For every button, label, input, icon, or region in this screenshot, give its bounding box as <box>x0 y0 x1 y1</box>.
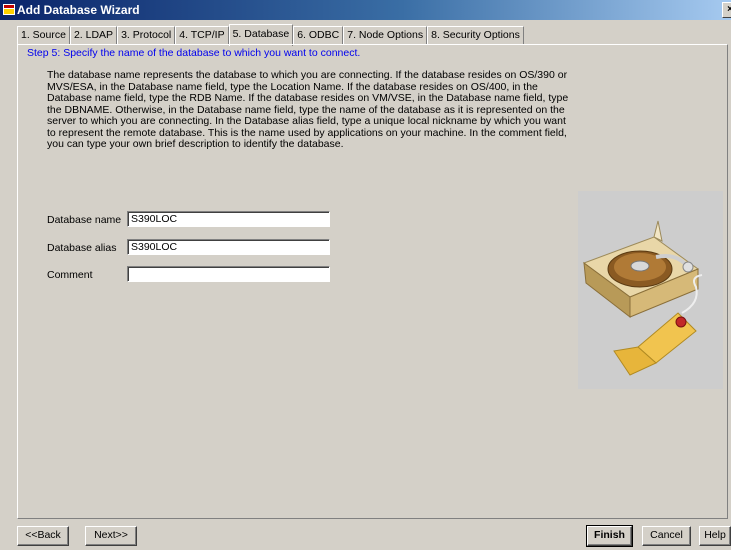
database-alias-field[interactable]: S390LOC <box>127 239 330 255</box>
description-line: Database name field, type the RDB Name. … <box>47 92 569 104</box>
tab-ldap[interactable]: 2. LDAP <box>69 26 118 45</box>
description-line: The database name represents the databas… <box>47 69 568 81</box>
tab-tcpip[interactable]: 4. TCP/IP <box>175 26 229 45</box>
database-illustration <box>578 191 723 389</box>
title-bar: Add Database Wizard × <box>0 0 731 20</box>
database-alias-label: Database alias <box>47 242 117 254</box>
tab-source[interactable]: 1. Source <box>17 26 70 45</box>
comment-label: Comment <box>47 269 93 281</box>
window-title: Add Database Wizard <box>17 3 140 17</box>
help-button[interactable]: Help <box>699 526 731 546</box>
tab-strip: 1. Source 2. LDAP 3. Protocol 4. TCP/IP … <box>17 24 524 46</box>
tab-database[interactable]: 5. Database <box>228 24 294 46</box>
comment-field[interactable] <box>127 266 330 282</box>
description-line: you can type your own brief description … <box>47 138 344 150</box>
description-text: The database name represents the databas… <box>47 69 572 151</box>
close-icon[interactable]: × <box>722 2 731 18</box>
finish-button-label: Finish <box>594 529 625 541</box>
cancel-button[interactable]: Cancel <box>642 526 691 546</box>
database-name-label: Database name <box>47 214 122 226</box>
wizard-app-icon <box>3 4 15 15</box>
next-button[interactable]: Next>> <box>85 526 137 546</box>
back-button[interactable]: <<Back <box>17 526 69 546</box>
tab-node-options[interactable]: 7. Node Options <box>343 26 428 45</box>
tab-security-options[interactable]: 8. Security Options <box>427 26 524 45</box>
database-name-field[interactable]: S390LOC <box>127 211 330 227</box>
tab-odbc[interactable]: 6. ODBC <box>293 26 344 45</box>
description-line: server to which you are connecting. In t… <box>47 115 566 127</box>
disk-with-tag-icon <box>582 220 703 376</box>
tab-protocol[interactable]: 3. Protocol <box>117 26 176 45</box>
finish-button[interactable]: Finish <box>586 525 633 547</box>
step-instruction: Step 5: Specify the name of the database… <box>27 47 361 59</box>
